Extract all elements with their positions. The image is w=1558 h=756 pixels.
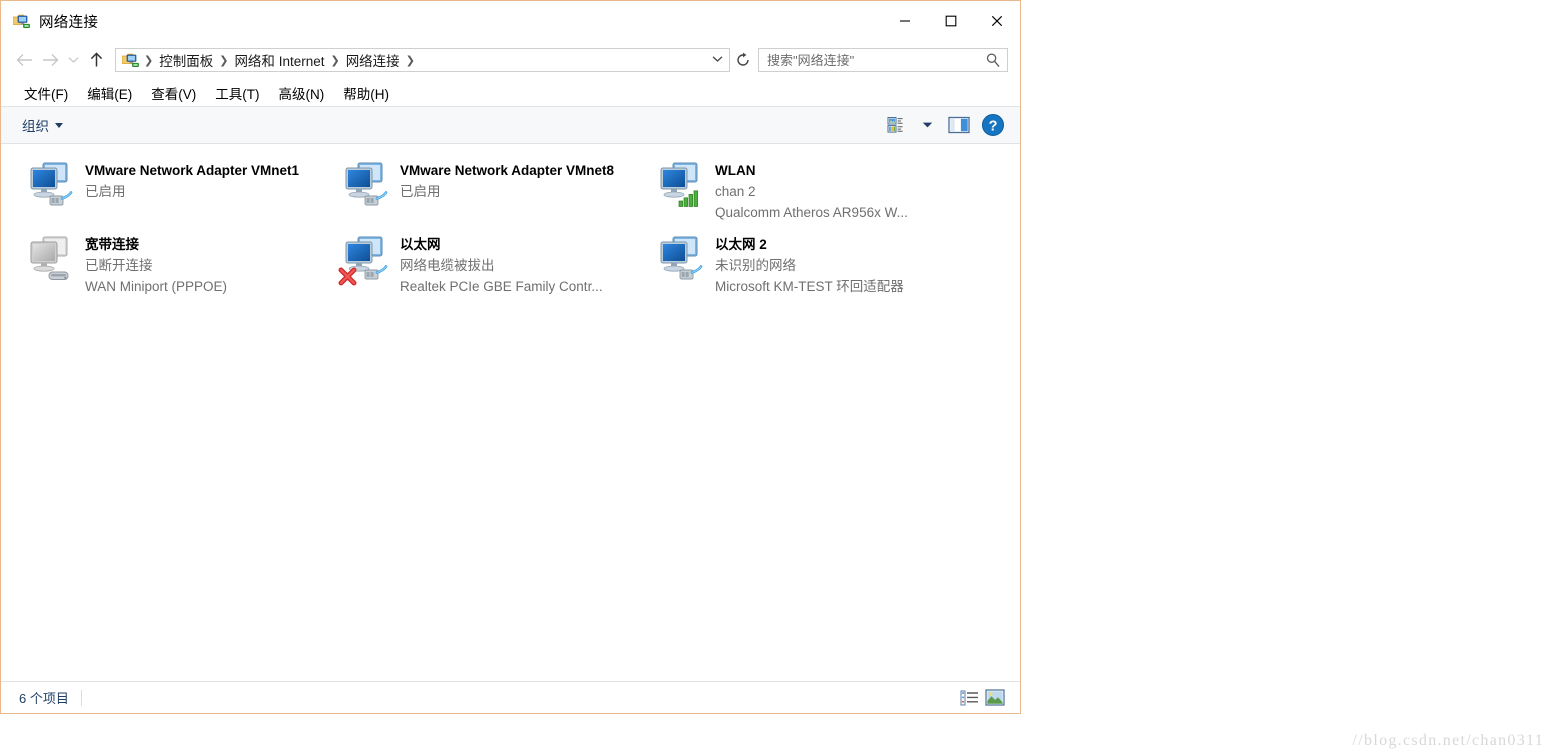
connection-status: 未识别的网络 — [715, 258, 796, 273]
breadcrumb[interactable]: ❯ 控制面板 ❯ 网络和 Internet ❯ 网络连接 ❯ — [115, 48, 730, 72]
breadcrumb-item-control-panel[interactable]: 控制面板 — [156, 50, 216, 70]
breadcrumb-root-icon — [121, 53, 139, 68]
connection-item-wlan[interactable]: WLAN chan 2 Qualcomm Atheros AR956x W... — [653, 154, 968, 228]
connection-name: 以太网 2 — [715, 237, 767, 252]
maximize-button[interactable] — [928, 1, 974, 41]
forward-button[interactable] — [37, 47, 63, 73]
menu-item-edit[interactable]: 编辑(E) — [78, 80, 142, 106]
menu-bar: 文件(F) 编辑(E) 查看(V) 工具(T) 高级(N) 帮助(H) — [1, 79, 1020, 107]
connection-item-vmnet1[interactable]: VMware Network Adapter VMnet1 已启用 — [23, 154, 338, 228]
connection-text: VMware Network Adapter VMnet1 已启用 — [85, 156, 299, 202]
menu-item-file[interactable]: 文件(F) — [15, 80, 78, 106]
connection-text: 以太网 2 未识别的网络 Microsoft KM-TEST 环回适配器 — [715, 230, 904, 297]
ethernet-adapter-icon — [338, 230, 400, 292]
title-bar: 网络连接 — [1, 1, 1020, 41]
breadcrumb-separator-0[interactable]: ❯ — [141, 54, 156, 67]
connection-status: chan 2 — [715, 184, 756, 199]
search-icon[interactable] — [979, 52, 1007, 68]
connection-device: WAN Miniport (PPPOE) — [85, 279, 228, 294]
connection-item-ethernet[interactable]: 以太网 网络电缆被拔出 Realtek PCIe GBE Family Cont… — [338, 228, 653, 302]
up-one-level-button[interactable] — [83, 47, 109, 73]
broadband-connection-icon — [23, 230, 85, 292]
window-controls — [882, 1, 1020, 41]
connection-device: Microsoft KM-TEST 环回适配器 — [715, 279, 904, 294]
connection-item-ethernet-2[interactable]: 以太网 2 未识别的网络 Microsoft KM-TEST 环回适配器 — [653, 228, 968, 302]
connection-text: 以太网 网络电缆被拔出 Realtek PCIe GBE Family Cont… — [400, 230, 603, 297]
preview-pane-button[interactable] — [942, 111, 976, 139]
connection-status: 网络电缆被拔出 — [400, 258, 495, 273]
status-bar: 6 个项目 — [1, 681, 1020, 713]
connection-status: 已启用 — [400, 184, 441, 199]
close-button[interactable] — [974, 1, 1020, 41]
connection-text: WLAN chan 2 Qualcomm Atheros AR956x W... — [715, 156, 908, 223]
help-button[interactable]: ? — [976, 111, 1010, 139]
recent-locations-button[interactable] — [63, 47, 83, 73]
network-connections-window: 网络连接 ❯ 控制面板 ❯ 网络和 Internet ❯ 网络连接 ❯ 搜索"网… — [0, 0, 1021, 714]
search-input[interactable] — [759, 51, 979, 69]
svg-text:?: ? — [989, 118, 998, 134]
breadcrumb-item-network-internet[interactable]: 网络和 Internet — [231, 50, 327, 70]
breadcrumb-separator-1[interactable]: ❯ — [216, 54, 231, 67]
menu-item-advanced[interactable]: 高级(N) — [270, 80, 335, 106]
connection-device: Realtek PCIe GBE Family Contr... — [400, 279, 603, 294]
connections-list-area: VMware Network Adapter VMnet1 已启用 VMware… — [1, 144, 1020, 681]
connection-item-vmnet8[interactable]: VMware Network Adapter VMnet8 已启用 — [338, 154, 653, 228]
title-bar-left: 网络连接 — [1, 11, 98, 32]
watermark-text: //blog.csdn.net/chan0311 — [1352, 732, 1544, 749]
organize-label: 组织 — [22, 119, 49, 134]
view-options-button[interactable] — [882, 111, 912, 139]
details-view-button[interactable] — [956, 686, 982, 710]
wireless-adapter-icon — [653, 156, 715, 218]
connection-status: 已启用 — [85, 184, 126, 199]
refresh-button[interactable] — [730, 48, 756, 72]
chevron-down-icon — [55, 122, 63, 128]
connection-item-broadband[interactable]: 宽带连接 已断开连接 WAN Miniport (PPPOE) — [23, 228, 338, 302]
connections-tiles: VMware Network Adapter VMnet1 已启用 VMware… — [23, 154, 998, 302]
item-count-text: 6 个项目 — [19, 691, 69, 706]
tiles-view-button[interactable] — [982, 686, 1008, 710]
connection-text: 宽带连接 已断开连接 WAN Miniport (PPPOE) — [85, 230, 227, 297]
breadcrumb-separator-3[interactable]: ❯ — [403, 54, 418, 67]
breadcrumb-history-dropdown[interactable] — [707, 54, 727, 66]
connection-name: WLAN — [715, 163, 756, 178]
minimize-button[interactable] — [882, 1, 928, 41]
connection-device: Qualcomm Atheros AR956x W... — [715, 205, 908, 220]
organize-button[interactable]: 组织 — [15, 111, 70, 139]
network-adapter-icon — [23, 156, 85, 218]
connection-name: VMware Network Adapter VMnet1 — [85, 163, 300, 178]
connection-name: 以太网 — [400, 237, 441, 252]
connection-name: 宽带连接 — [85, 237, 139, 252]
error-x-icon — [338, 267, 357, 286]
menu-item-help[interactable]: 帮助(H) — [334, 80, 399, 106]
window-title: 网络连接 — [39, 14, 99, 31]
search-box[interactable] — [758, 48, 1008, 72]
menu-item-view[interactable]: 查看(V) — [142, 80, 206, 106]
connection-status: 已断开连接 — [85, 258, 153, 273]
modem-icon — [48, 271, 69, 280]
network-adapter-icon — [338, 156, 400, 218]
view-options-dropdown[interactable] — [912, 111, 942, 139]
ethernet-adapter-icon — [653, 230, 715, 292]
menu-item-tools[interactable]: 工具(T) — [206, 80, 269, 106]
status-divider — [80, 689, 82, 706]
connection-name: VMware Network Adapter VMnet8 — [400, 163, 615, 178]
breadcrumb-item-network-connections[interactable]: 网络连接 — [343, 50, 403, 70]
breadcrumb-separator-2[interactable]: ❯ — [327, 54, 342, 67]
connection-text: VMware Network Adapter VMnet8 已启用 — [400, 156, 614, 202]
network-connections-icon — [12, 14, 30, 29]
back-button[interactable] — [11, 47, 37, 73]
command-bar: 组织 ? — [1, 107, 1020, 144]
address-bar: ❯ 控制面板 ❯ 网络和 Internet ❯ 网络连接 ❯ — [1, 41, 1020, 79]
